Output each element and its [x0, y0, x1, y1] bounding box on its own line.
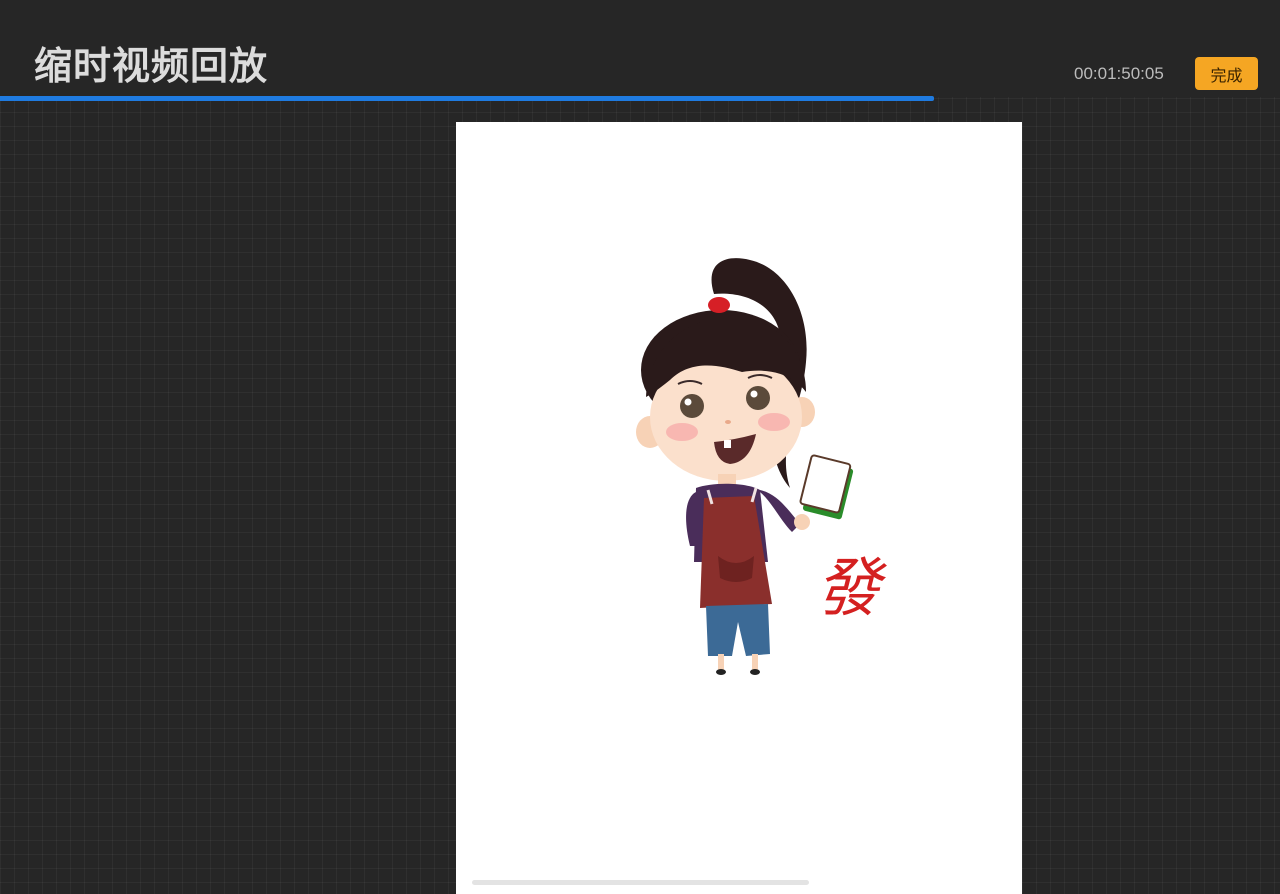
nose — [725, 420, 731, 424]
tooth — [724, 440, 731, 448]
timecode-display: 00:01:50:05 — [1074, 64, 1164, 83]
left-eye-highlight — [684, 398, 692, 406]
pants — [706, 604, 770, 656]
right-leg — [752, 654, 758, 670]
right-eye-highlight — [750, 390, 758, 398]
artwork-illustration: 發 — [636, 258, 887, 675]
left-blush — [666, 423, 698, 441]
page-title: 缩时视频回放 — [34, 44, 269, 88]
right-blush — [758, 413, 790, 431]
right-eye — [746, 386, 770, 410]
left-eye — [680, 394, 704, 418]
done-button[interactable]: 完成 — [1195, 57, 1258, 90]
mahjong-tile — [799, 454, 854, 520]
fa-character: 發 — [816, 552, 887, 626]
playback-progress-bar[interactable] — [0, 96, 1280, 101]
header-bar: 缩时视频回放 00:01:50:05 完成 — [0, 0, 1280, 97]
hair-tie — [708, 297, 730, 313]
right-hand — [794, 514, 810, 530]
artwork-canvas[interactable]: 發 — [456, 122, 1022, 894]
right-arm — [760, 490, 800, 532]
left-shoe — [716, 669, 726, 675]
right-shoe — [750, 669, 760, 675]
left-leg — [718, 654, 724, 670]
playback-progress-fill — [0, 96, 935, 101]
canvas-scrub-bar[interactable] — [472, 880, 809, 885]
